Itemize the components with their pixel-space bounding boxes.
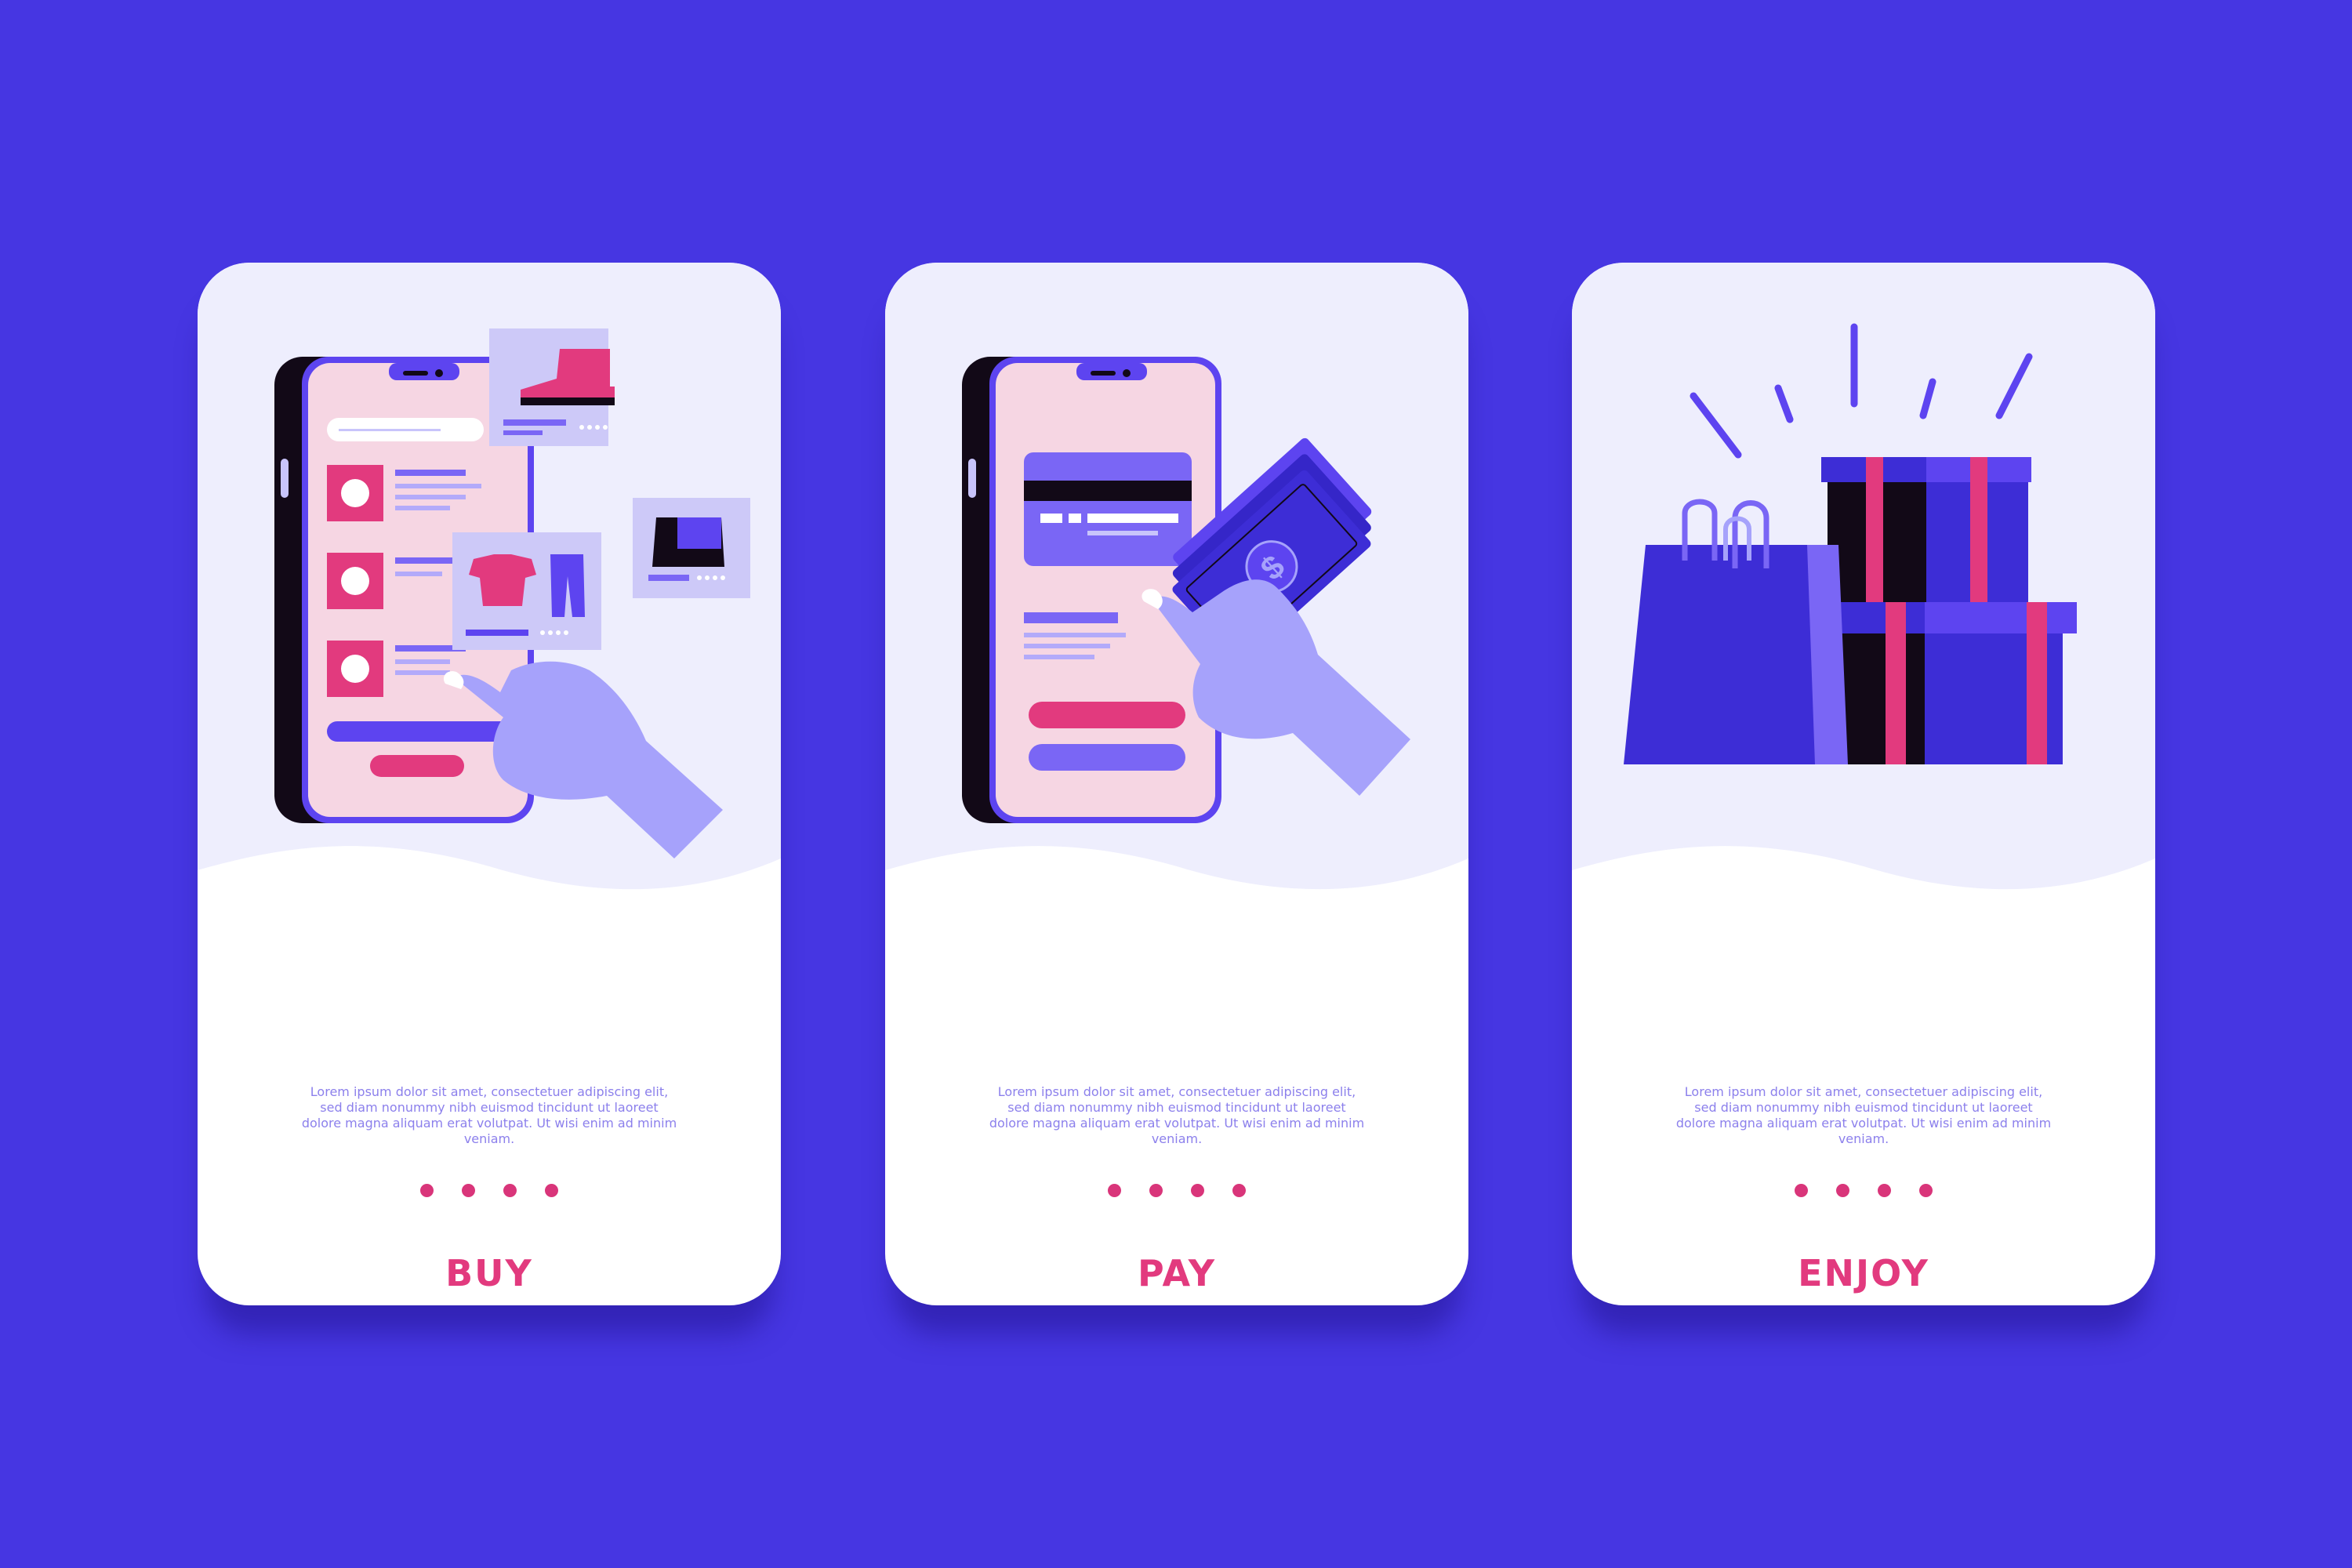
pagination-dot[interactable]	[1149, 1184, 1163, 1197]
pagination-dots	[1572, 1184, 2155, 1197]
card-description: Lorem ipsum dolor sit amet, consectetuer…	[1675, 1084, 2052, 1146]
pagination-dot[interactable]	[1191, 1184, 1204, 1197]
pagination-dot[interactable]	[545, 1184, 558, 1197]
card-description: Lorem ipsum dolor sit amet, consectetuer…	[301, 1084, 677, 1146]
card-title: BUY	[445, 1252, 533, 1294]
onboarding-card-buy[interactable]: BUY Lorem ipsum dolor sit amet, consecte…	[198, 263, 781, 1305]
pagination-dot[interactable]	[462, 1184, 475, 1197]
pagination-dot[interactable]	[503, 1184, 517, 1197]
onboarding-card-enjoy[interactable]: ENJOY Lorem ipsum dolor sit amet, consec…	[1572, 263, 2155, 1305]
pagination-dots	[885, 1184, 1468, 1197]
card-title: PAY	[1138, 1252, 1216, 1294]
card-illustration-area: $	[885, 263, 1468, 890]
pagination-dot[interactable]	[1878, 1184, 1891, 1197]
pagination-dot[interactable]	[1108, 1184, 1121, 1197]
card-description: Lorem ipsum dolor sit amet, consectetuer…	[989, 1084, 1365, 1146]
pagination-dots	[198, 1184, 781, 1197]
pagination-dot[interactable]	[1795, 1184, 1808, 1197]
card-title: ENJOY	[1798, 1252, 1929, 1294]
pagination-dot[interactable]	[420, 1184, 434, 1197]
pagination-dot[interactable]	[1232, 1184, 1246, 1197]
onboarding-card-pay[interactable]: $ PAY Lorem ipsum dolor sit amet, consec…	[885, 263, 1468, 1305]
pagination-dot[interactable]	[1919, 1184, 1933, 1197]
card-illustration-area	[198, 263, 781, 890]
pagination-dot[interactable]	[1836, 1184, 1849, 1197]
card-illustration-area	[1572, 263, 2155, 890]
